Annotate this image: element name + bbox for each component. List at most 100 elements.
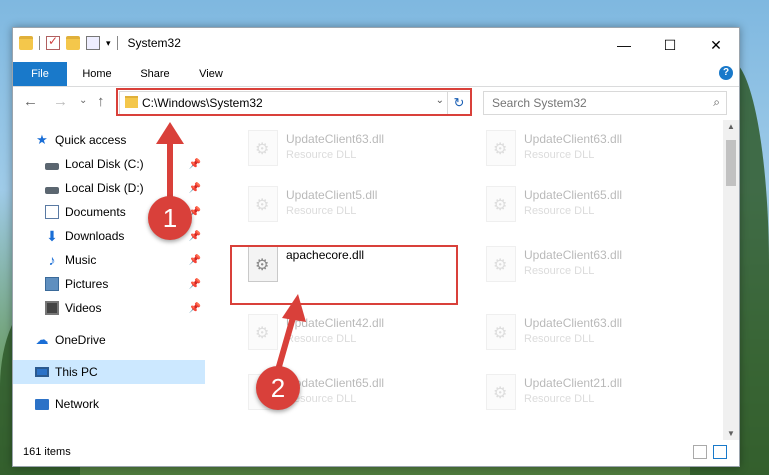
file-name: UpdateClient63.dll	[524, 132, 623, 146]
tab-share[interactable]: Share	[133, 62, 177, 86]
dll-file-icon	[486, 246, 516, 282]
search-box[interactable]: ⌕	[483, 91, 727, 115]
sidebar-item-label: OneDrive	[55, 333, 106, 347]
videos-icon	[45, 301, 59, 315]
file-name: UpdateClient63.dll	[524, 316, 623, 330]
new-folder-icon[interactable]	[66, 36, 80, 50]
document-icon	[45, 205, 59, 219]
sidebar-item-label: Pictures	[65, 277, 109, 291]
minimize-button[interactable]: —	[601, 28, 647, 62]
dll-file-icon	[486, 314, 516, 350]
maximize-button[interactable]: ☐	[647, 28, 693, 62]
pin-icon[interactable]: 📌	[189, 231, 201, 242]
file-item[interactable]: UpdateClient63.dll Resource DLL	[240, 124, 460, 172]
recent-locations-button[interactable]: ⌄	[79, 95, 87, 106]
file-item[interactable]: UpdateClient63.dll Resource DLL	[478, 240, 698, 288]
quick-access-toolbar: ▾ System32	[19, 34, 181, 50]
star-icon: ★	[36, 132, 48, 147]
step-marker-2: 2	[256, 366, 300, 410]
sidebar-item-label: This PC	[55, 365, 98, 379]
address-bar-highlight	[116, 88, 472, 116]
file-name: UpdateClient65.dll	[286, 376, 385, 390]
window-title: System32	[127, 36, 181, 50]
file-name: UpdateClient5.dll	[286, 188, 378, 202]
file-name: UpdateClient65.dll	[524, 188, 623, 202]
sidebar-item-label: Quick access	[55, 133, 127, 147]
sidebar-item-music[interactable]: ♪ Music 📌	[13, 248, 205, 272]
file-item[interactable]: UpdateClient5.dll Resource DLL	[240, 180, 460, 228]
file-item[interactable]: UpdateClient21.dll Resource DLL	[478, 368, 698, 416]
pin-icon[interactable]: 📌	[189, 279, 201, 290]
sidebar-item-label: Videos	[65, 301, 102, 315]
sidebar-item-videos[interactable]: Videos 📌	[13, 296, 205, 320]
scroll-up-icon[interactable]: ▲	[723, 122, 739, 131]
sidebar-item-this-pc[interactable]: This PC	[13, 360, 205, 384]
file-item[interactable]: UpdateClient65.dll Resource DLL	[478, 180, 698, 228]
close-button[interactable]: ✕	[693, 28, 739, 62]
sidebar-item-label: Downloads	[65, 229, 125, 243]
download-icon: ⬇	[46, 227, 58, 244]
sidebar-item-label: Local Disk (D:)	[65, 181, 144, 195]
back-button[interactable]: ←	[23, 93, 38, 110]
toolbar-separator	[39, 36, 40, 50]
dll-file-icon	[248, 186, 278, 222]
file-type: Resource DLL	[524, 333, 595, 345]
scroll-thumb[interactable]	[726, 140, 736, 186]
file-type: Resource DLL	[286, 205, 357, 217]
file-type: Resource DLL	[524, 265, 595, 277]
sidebar-item-network[interactable]: Network	[13, 392, 205, 416]
arrow-head	[282, 294, 306, 322]
file-name: UpdateClient21.dll	[524, 376, 623, 390]
file-type: Resource DLL	[524, 393, 595, 405]
pin-icon[interactable]: 📌	[189, 183, 201, 194]
search-icon[interactable]: ⌕	[713, 95, 720, 110]
details-view-icon[interactable]	[693, 445, 707, 459]
drive-icon	[45, 162, 59, 170]
step-marker-1: 1	[148, 196, 192, 240]
scroll-down-icon[interactable]: ▼	[723, 429, 739, 438]
properties-check-icon[interactable]	[46, 34, 60, 50]
forward-button[interactable]: →	[53, 93, 68, 110]
sidebar-item-label: Network	[55, 397, 100, 411]
file-item[interactable]: UpdateClient63.dll Resource DLL	[478, 124, 698, 172]
pictures-icon	[45, 277, 59, 291]
dll-file-icon	[486, 186, 516, 222]
tab-view[interactable]: View	[189, 62, 233, 86]
customize-toolbar-icon[interactable]	[86, 36, 100, 50]
cloud-icon: ☁	[35, 332, 49, 347]
sidebar-item-pictures[interactable]: Pictures 📌	[13, 272, 205, 296]
file-type: Resource DLL	[524, 149, 595, 161]
folder-icon	[19, 36, 33, 50]
file-item[interactable]: UpdateClient63.dll Resource DLL	[478, 308, 698, 356]
toolbar-dropdown-icon[interactable]: ▾	[106, 38, 111, 49]
search-input[interactable]	[484, 92, 694, 114]
tab-home[interactable]: Home	[75, 62, 119, 86]
tab-file[interactable]: File	[13, 62, 67, 86]
arrow-head	[156, 122, 184, 144]
pin-icon[interactable]: 📌	[189, 255, 201, 266]
toolbar-separator	[116, 36, 118, 50]
file-name: UpdateClient63.dll	[286, 132, 385, 146]
dll-file-icon	[486, 130, 516, 166]
help-icon[interactable]: ?	[719, 66, 733, 80]
ribbon-tabs: File Home Share View ?	[13, 62, 739, 87]
dll-file-icon	[486, 374, 516, 410]
up-button[interactable]: ↑	[97, 93, 105, 110]
computer-icon	[35, 367, 49, 377]
music-icon: ♪	[48, 252, 56, 268]
large-icons-view-icon[interactable]	[713, 445, 727, 459]
sidebar-item-label: Music	[65, 253, 97, 267]
pin-icon[interactable]: 📌	[189, 303, 201, 314]
item-count: 161 items	[23, 446, 71, 458]
status-bar: 161 items	[13, 440, 739, 466]
network-icon	[35, 398, 49, 410]
sidebar-item-label: Documents	[65, 205, 126, 219]
drive-icon	[45, 186, 59, 194]
pin-icon[interactable]: 📌	[189, 159, 201, 170]
vertical-scrollbar[interactable]: ▲ ▼	[723, 120, 739, 440]
file-type: Resource DLL	[524, 205, 595, 217]
sidebar-item-onedrive[interactable]: ☁ OneDrive	[13, 328, 205, 352]
dll-file-icon	[248, 130, 278, 166]
file-type: Resource DLL	[286, 149, 357, 161]
sidebar-item-label: Local Disk (C:)	[65, 157, 144, 171]
